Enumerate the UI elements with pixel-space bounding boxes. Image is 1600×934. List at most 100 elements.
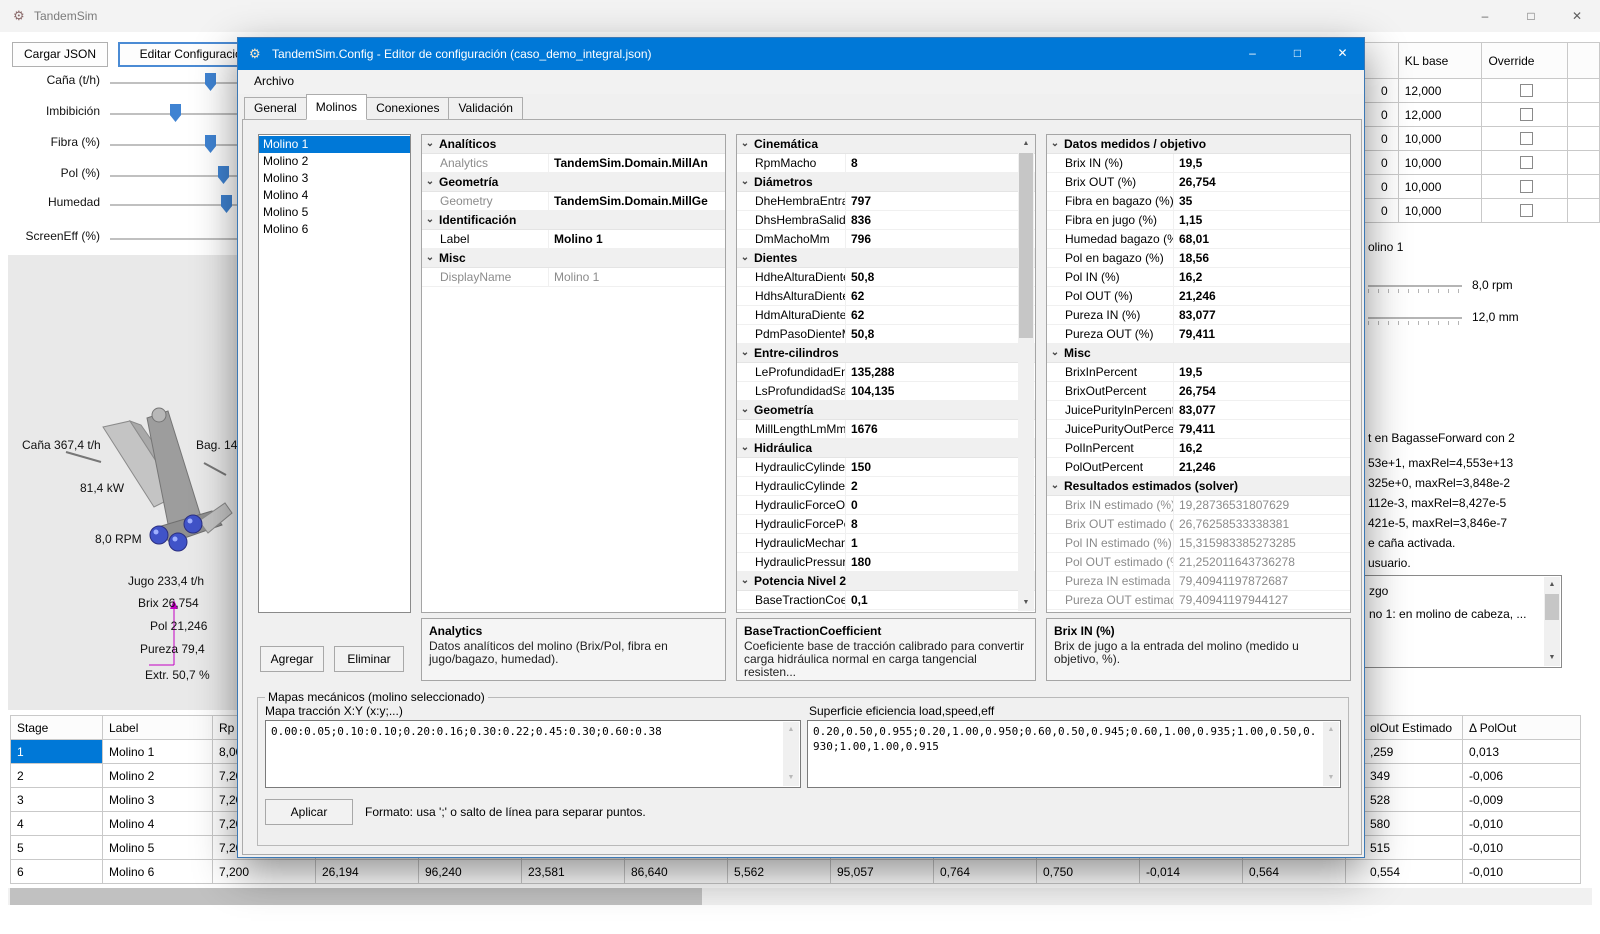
override-checkbox[interactable]: [1520, 204, 1533, 217]
scroll-down-icon[interactable]: ▼: [783, 770, 799, 786]
property-value[interactable]: 0,1: [846, 591, 1035, 609]
kl-base-cell[interactable]: 12,000: [1398, 79, 1482, 103]
property-category[interactable]: ⌄Hidráulica: [737, 439, 1035, 458]
kl-base-cell[interactable]: 10,000: [1398, 175, 1482, 199]
property-value[interactable]: 15,315983385273285: [1174, 534, 1350, 552]
tab-molinos[interactable]: Molinos: [306, 94, 367, 120]
scroll-down-icon[interactable]: ▼: [1323, 770, 1339, 786]
property-category[interactable]: ⌄Geometría: [737, 401, 1035, 420]
property-category[interactable]: ⌄Dientes: [737, 249, 1035, 268]
column-header[interactable]: Δ PolOut: [1463, 716, 1581, 740]
property-row[interactable]: PdmPasoDienteMm50,8: [737, 325, 1035, 344]
maximize-icon[interactable]: □: [1508, 0, 1554, 32]
finding-item[interactable]: no 1: en molino de cabeza, ...: [1369, 607, 1526, 621]
chevron-down-icon[interactable]: ⌄: [1047, 135, 1063, 153]
property-row[interactable]: HydraulicMechanical1: [737, 534, 1035, 553]
minimize-icon[interactable]: –: [1230, 38, 1275, 69]
slider-thumb[interactable]: [205, 135, 216, 153]
table-cell[interactable]: 0,554: [1346, 860, 1463, 884]
property-value[interactable]: 1: [846, 534, 1035, 552]
slider-thumb[interactable]: [205, 73, 216, 91]
property-value[interactable]: 104,135: [846, 382, 1035, 400]
maximize-icon[interactable]: □: [1275, 38, 1320, 69]
slider-track[interactable]: [110, 238, 245, 240]
table-cell[interactable]: -0,010: [1463, 812, 1581, 836]
property-value[interactable]: 8: [846, 154, 1035, 172]
property-row[interactable]: HydraulicCylinderAre150: [737, 458, 1035, 477]
property-row[interactable]: Brix OUT estimado (%26,76258533338381: [1047, 515, 1350, 534]
column-header[interactable]: KL base: [1398, 43, 1482, 79]
column-header[interactable]: [1568, 43, 1600, 79]
table-cell[interactable]: -0,014: [1140, 860, 1243, 884]
property-category[interactable]: ⌄Identificación: [422, 211, 725, 230]
property-value[interactable]: 26,76258533338381: [1174, 515, 1350, 533]
property-category[interactable]: ⌄Analíticos: [422, 135, 725, 154]
property-row[interactable]: Humedad bagazo (%)68,01: [1047, 230, 1350, 249]
close-icon[interactable]: ✕: [1320, 38, 1365, 69]
property-row[interactable]: Pureza OUT estimada79,40941197944127: [1047, 591, 1350, 610]
chevron-down-icon[interactable]: ⌄: [422, 211, 438, 229]
column-header[interactable]: Label: [103, 716, 213, 740]
textbox-scrollbar[interactable]: ▲ ▼: [1323, 722, 1339, 786]
chevron-down-icon[interactable]: ⌄: [737, 135, 753, 153]
property-value[interactable]: 50,8: [846, 268, 1035, 286]
property-value[interactable]: 21,246: [1174, 287, 1350, 305]
scroll-thumb[interactable]: [1019, 153, 1033, 338]
property-row[interactable]: PolInPercent16,2: [1047, 439, 1350, 458]
property-row[interactable]: DhsHembraSalidaMm836: [737, 211, 1035, 230]
property-category[interactable]: ⌄Diámetros: [737, 173, 1035, 192]
kl-base-cell[interactable]: 10,000: [1398, 199, 1482, 223]
property-value[interactable]: 2: [846, 477, 1035, 495]
property-row[interactable]: PolOutPercent21,246: [1047, 458, 1350, 477]
slider-thumb[interactable]: [218, 166, 229, 184]
property-row[interactable]: Pol IN (%)16,2: [1047, 268, 1350, 287]
table-cell[interactable]: 95,057: [831, 860, 934, 884]
property-row[interactable]: HdmAlturaDienteMa62: [737, 306, 1035, 325]
property-value[interactable]: Molino 1: [549, 230, 725, 248]
findings-scrollbar[interactable]: ▲ ▼: [1544, 577, 1560, 666]
horizontal-scrollbar[interactable]: [8, 888, 1592, 905]
mill-list-item[interactable]: Molino 6: [259, 221, 410, 238]
property-row[interactable]: LsProfundidadSalida104,135: [737, 382, 1035, 401]
slider-thumb[interactable]: [170, 104, 181, 122]
property-value[interactable]: 68,01: [1174, 230, 1350, 248]
property-value[interactable]: 26,754: [1174, 382, 1350, 400]
scroll-up-icon[interactable]: ▲: [783, 722, 799, 738]
property-row[interactable]: BrixOutPercent26,754: [1047, 382, 1350, 401]
column-header[interactable]: Override: [1482, 43, 1568, 79]
property-value[interactable]: 1,15: [1174, 211, 1350, 229]
property-row[interactable]: Pureza IN (%)83,077: [1047, 306, 1350, 325]
property-value[interactable]: 18,56: [1174, 249, 1350, 267]
findings-list[interactable]: ▲ ▼ zgono 1: en molino de cabeza, ...: [1358, 575, 1562, 668]
property-category[interactable]: ⌄Datos medidos / objetivo: [1047, 135, 1350, 154]
property-value[interactable]: 796: [846, 230, 1035, 248]
tab-conexiones[interactable]: Conexiones: [366, 97, 449, 120]
property-value[interactable]: 26,754: [1174, 173, 1350, 191]
property-row[interactable]: HydraulicCylinderCou2: [737, 477, 1035, 496]
property-value[interactable]: 16,2: [1174, 439, 1350, 457]
scroll-down-icon[interactable]: ▼: [1018, 595, 1034, 611]
scroll-up-icon[interactable]: ▲: [1018, 136, 1034, 152]
property-value[interactable]: 21,252011643736278: [1174, 553, 1350, 571]
table-cell[interactable]: Molino 2: [103, 764, 213, 788]
property-row[interactable]: BaseTractionCoefficie0,1: [737, 591, 1035, 610]
load-json-button[interactable]: Cargar JSON: [12, 42, 108, 67]
table-cell[interactable]: Molino 1: [103, 740, 213, 764]
property-row[interactable]: Pol OUT estimado (%)21,252011643736278: [1047, 553, 1350, 572]
property-value[interactable]: 180: [846, 553, 1035, 571]
property-value[interactable]: 83,077: [1174, 401, 1350, 419]
table-cell[interactable]: Molino 6: [103, 860, 213, 884]
table-cell[interactable]: 6: [11, 860, 103, 884]
table-cell[interactable]: Molino 5: [103, 836, 213, 860]
override-cell[interactable]: [1482, 199, 1568, 223]
property-value[interactable]: 836: [846, 211, 1035, 229]
rpm-slider-track[interactable]: [1368, 285, 1462, 287]
efficiency-surface-value[interactable]: 0.20,0.50,0.955;0.20,1.00,0.950;0.60,0.5…: [808, 721, 1323, 787]
chevron-down-icon[interactable]: ⌄: [737, 249, 753, 267]
override-cell[interactable]: [1482, 103, 1568, 127]
property-row[interactable]: Fibra en bagazo (%)35: [1047, 192, 1350, 211]
property-value[interactable]: 1676: [846, 420, 1035, 438]
property-row[interactable]: HydraulicForceOffset0: [737, 496, 1035, 515]
property-row[interactable]: Brix IN estimado (%)19,28736531807629: [1047, 496, 1350, 515]
property-row[interactable]: RpmMacho8: [737, 154, 1035, 173]
